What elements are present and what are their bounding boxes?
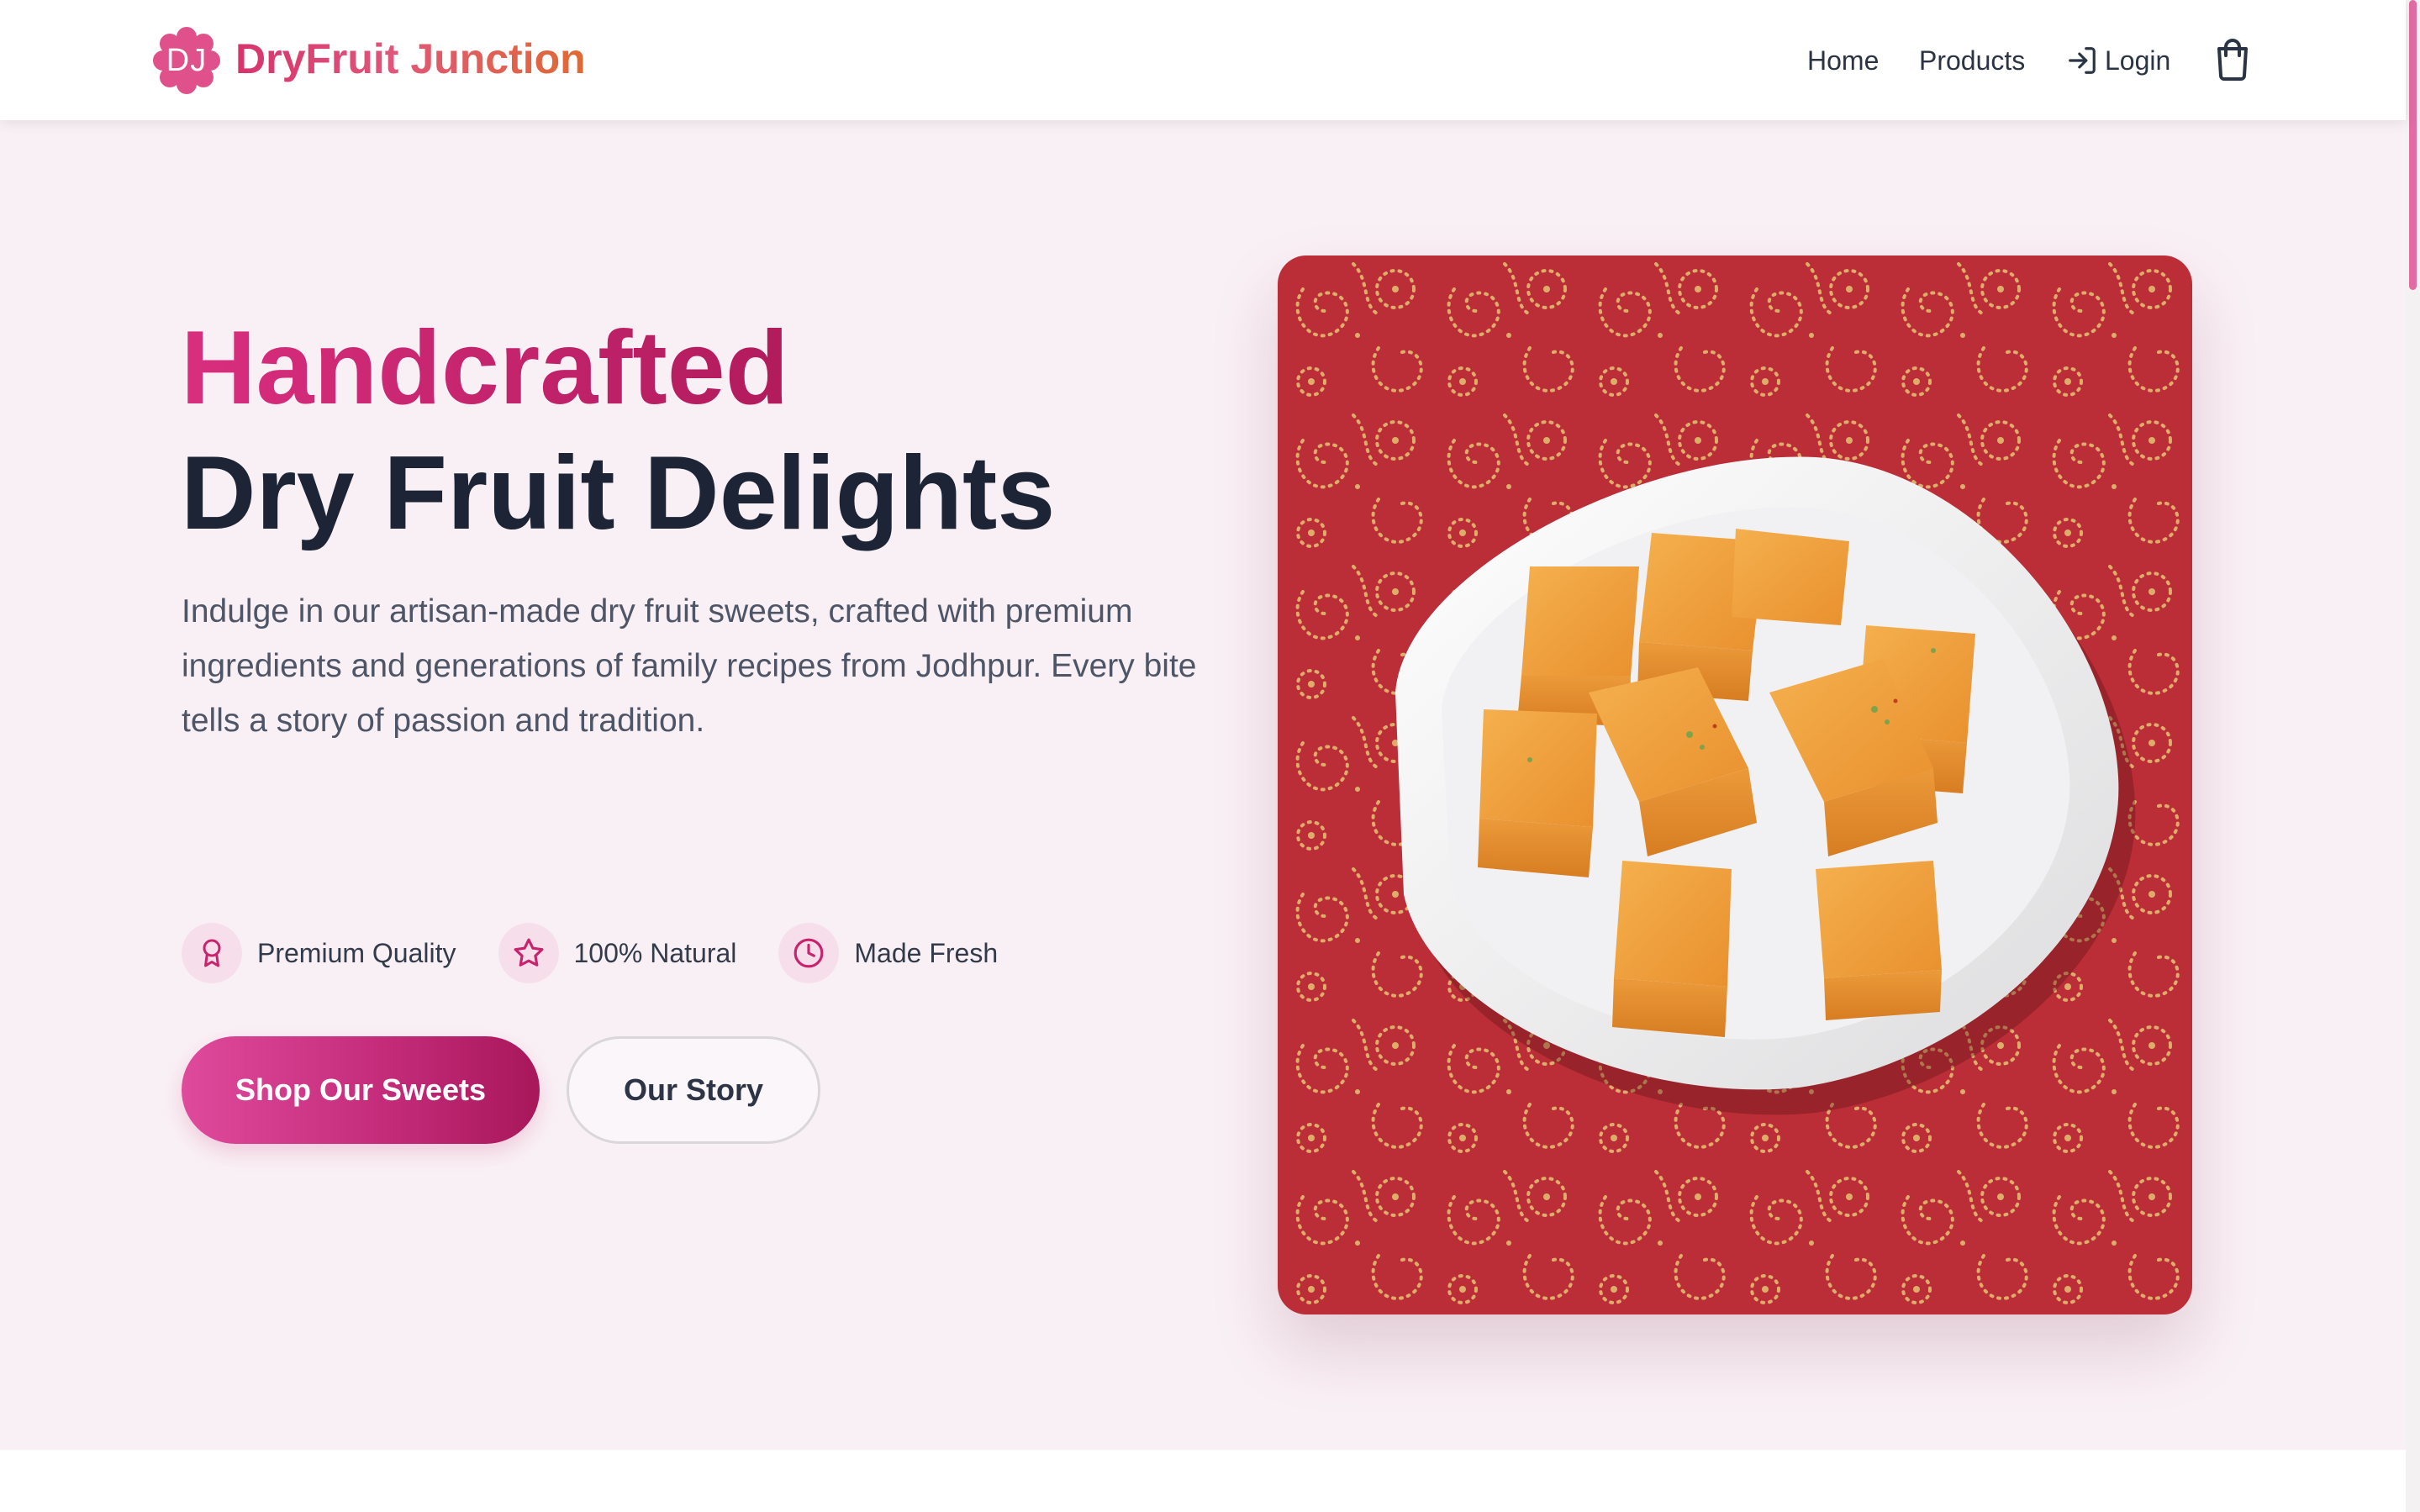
shop-our-sweets-button[interactable]: Shop Our Sweets — [182, 1036, 540, 1144]
nav-login-link[interactable]: Login — [2066, 40, 2170, 81]
sweets-plate-illustration — [1278, 256, 2192, 1314]
feature-label: Premium Quality — [257, 937, 456, 968]
feature-item: Premium Quality — [182, 923, 456, 983]
nav-login-label: Login — [2105, 45, 2171, 76]
hero-title-highlight: Handcrafted — [181, 310, 789, 426]
logo-badge[interactable]: DJ — [153, 27, 220, 94]
logo-text: DJ — [166, 42, 208, 78]
nav-products-link[interactable]: Products — [1919, 40, 2025, 81]
login-icon — [2069, 47, 2096, 74]
feature-label: Made Fresh — [854, 937, 999, 968]
feature-label: 100% Natural — [573, 937, 737, 968]
clock-icon — [778, 923, 840, 983]
star-icon — [498, 923, 559, 983]
feature-list: Premium Quality 100% Natural Made Fresh — [182, 922, 1040, 984]
site-header: DJ DryFruit Junction Home Products Login — [0, 0, 2406, 120]
award-ribbon-icon — [182, 923, 242, 983]
hero-product-image — [1278, 256, 2192, 1314]
nav-home-link[interactable]: Home — [1807, 40, 1879, 81]
feature-item: 100% Natural — [498, 923, 737, 983]
page-scrollbar-thumb[interactable] — [2409, 0, 2417, 290]
hero-description: Indulge in our artisan-made dry fruit sw… — [182, 593, 1197, 739]
our-story-button[interactable]: Our Story — [567, 1036, 820, 1144]
feature-item: Made Fresh — [778, 923, 998, 983]
cart-button[interactable] — [2212, 37, 2253, 81]
brand-name[interactable]: DryFruit Junction — [235, 34, 586, 84]
shopping-bag-icon — [2217, 39, 2248, 81]
hero-title: Dry Fruit Delights — [181, 435, 1056, 551]
